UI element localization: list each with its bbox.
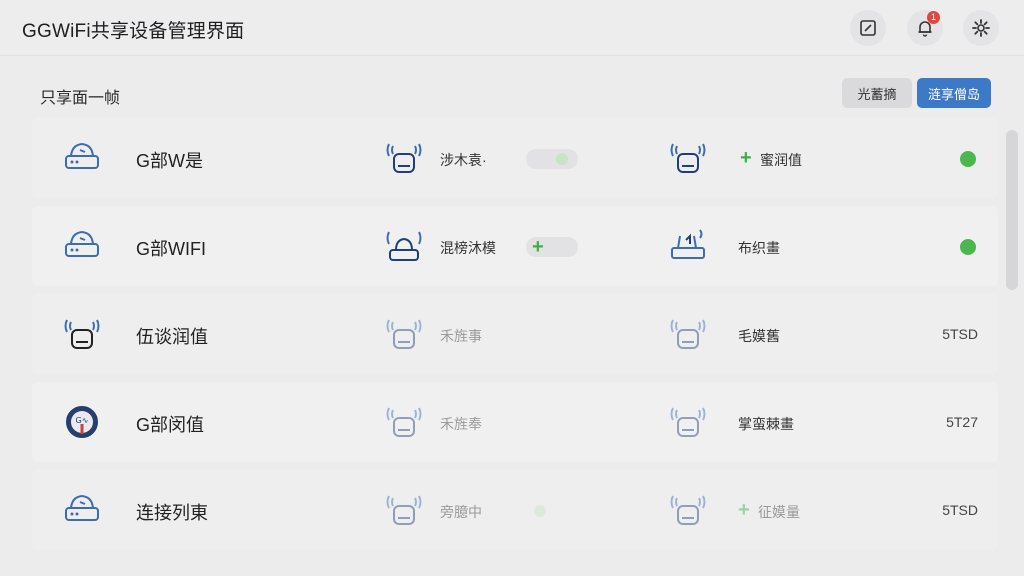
toggle-switch[interactable] xyxy=(526,149,578,169)
notification-badge: 1 xyxy=(927,11,940,24)
gear-icon xyxy=(972,19,990,37)
secondary-label: 混榜沐模 xyxy=(440,240,496,256)
toggle-switch[interactable] xyxy=(526,501,578,521)
device-code: 5TSD xyxy=(942,502,978,518)
list-item[interactable]: G部W是 涉木袁· + 蜜润值 xyxy=(32,118,998,198)
status-indicator xyxy=(960,151,976,167)
wifi-router-icon xyxy=(382,314,426,354)
list-item[interactable]: 连接列東 旁臆中 + 征嫫量 5TSD xyxy=(32,470,998,550)
wifi-router-icon xyxy=(666,314,710,354)
wifi-router-icon xyxy=(666,490,710,530)
secondary-action-button[interactable]: 光蓄摘 xyxy=(842,78,912,108)
tertiary-label: 毛嫫舊 xyxy=(738,328,780,344)
notifications-button[interactable]: 1 xyxy=(907,10,943,46)
secondary-label: 禾旌事 xyxy=(440,328,482,344)
settings-button[interactable] xyxy=(963,10,999,46)
edit-square-icon xyxy=(860,20,876,36)
edit-button[interactable] xyxy=(850,10,886,46)
svg-text:G∿: G∿ xyxy=(76,416,89,425)
router-icon xyxy=(60,490,104,530)
primary-action-button[interactable]: 涟享僧岛 xyxy=(917,78,991,108)
tertiary-label: 征嫫量 xyxy=(758,504,800,520)
plus-icon[interactable]: + xyxy=(740,148,752,168)
device-code: 5TSD xyxy=(942,326,978,342)
gauge-icon: G∿ xyxy=(60,402,104,442)
app-title: GGWiFi共享设备管理界面 xyxy=(22,21,245,42)
device-name: 连接列東 xyxy=(136,503,208,523)
secondary-label: 旁臆中 xyxy=(440,504,482,520)
section-title: 只享面一帧 xyxy=(40,90,121,107)
scrollbar[interactable] xyxy=(1006,130,1018,290)
toggle-switch[interactable]: + xyxy=(526,237,578,257)
wifi-router-icon xyxy=(382,490,426,530)
plus-icon[interactable]: + xyxy=(738,500,750,520)
wifi-router-icon xyxy=(666,402,710,442)
router-icon xyxy=(60,138,104,178)
router-icon xyxy=(60,226,104,266)
device-name: G部闵值 xyxy=(136,415,205,435)
secondary-label: 禾旌奉 xyxy=(440,416,482,432)
plus-icon: + xyxy=(532,236,544,258)
list-item[interactable]: 伍谈润值 禾旌事 毛嫫舊 5TSD xyxy=(32,294,998,374)
wifi-router-icon xyxy=(666,138,710,178)
top-bar: GGWiFi共享设备管理界面 1 xyxy=(0,0,1024,56)
wifi-router-icon xyxy=(60,314,104,354)
status-indicator xyxy=(960,239,976,255)
wifi-router-icon xyxy=(382,226,426,266)
tertiary-label: 蜜润值 xyxy=(760,152,802,168)
tertiary-label: 掌蛮棘畫 xyxy=(738,416,794,432)
device-name: G部W是 xyxy=(136,151,203,171)
router-icon xyxy=(666,226,710,266)
device-list: G部W是 涉木袁· + 蜜润值 G部WIFI 混榜沐模 + 布织畫 伍谈润值 禾… xyxy=(32,118,998,558)
tertiary-label: 布织畫 xyxy=(738,240,780,256)
list-item[interactable]: G部WIFI 混榜沐模 + 布织畫 xyxy=(32,206,998,286)
wifi-router-icon xyxy=(382,402,426,442)
wifi-router-icon xyxy=(382,138,426,178)
device-name: 伍谈润值 xyxy=(136,327,208,347)
secondary-label: 涉木袁· xyxy=(440,152,487,168)
list-item[interactable]: G∿ G部闵值 禾旌奉 掌蛮棘畫 5T27 xyxy=(32,382,998,462)
device-name: G部WIFI xyxy=(136,239,206,259)
device-code: 5T27 xyxy=(946,414,978,430)
